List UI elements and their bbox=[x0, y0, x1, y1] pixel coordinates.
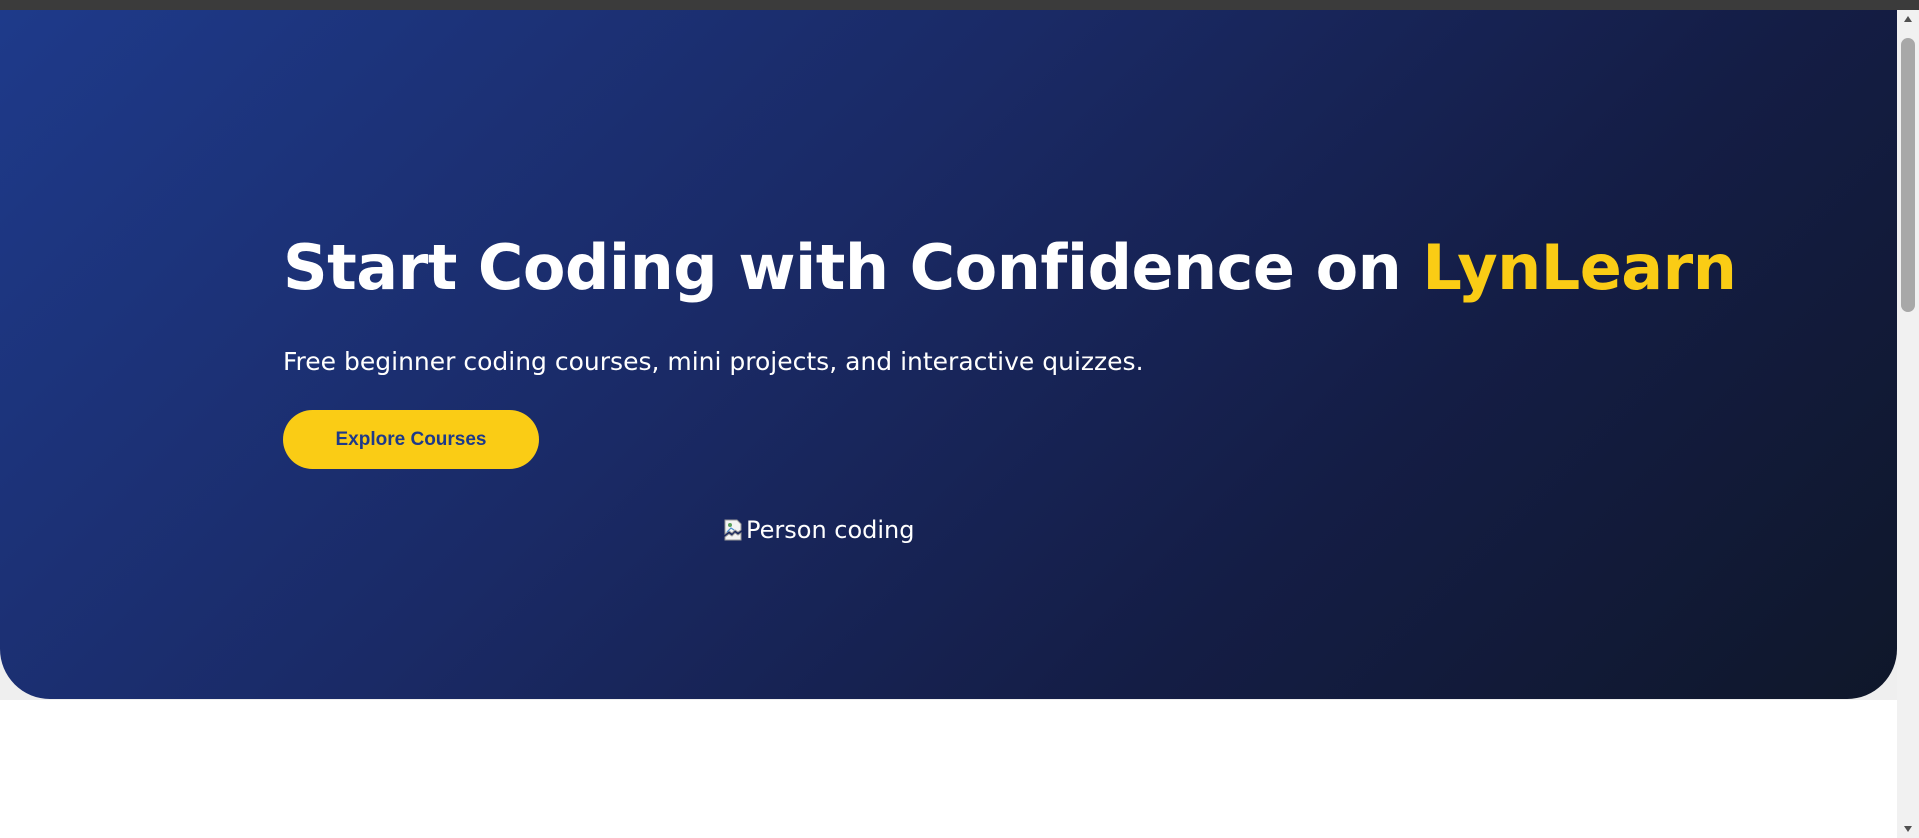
triangle-down-icon bbox=[1904, 826, 1912, 832]
browser-top-bar bbox=[0, 0, 1919, 10]
scroll-up-button[interactable] bbox=[1897, 10, 1919, 28]
hero-subtitle: Free beginner coding courses, mini proje… bbox=[283, 347, 1144, 376]
scrollbar-thumb[interactable] bbox=[1901, 38, 1915, 312]
vertical-scrollbar[interactable] bbox=[1897, 10, 1919, 838]
hero-image-alt-text: Person coding bbox=[746, 516, 915, 544]
page-viewport: Start Coding with Confidence on LynLearn… bbox=[0, 10, 1897, 838]
hero-section: Start Coding with Confidence on LynLearn… bbox=[0, 10, 1897, 699]
broken-image-icon bbox=[724, 519, 744, 541]
explore-courses-button[interactable]: Explore Courses bbox=[283, 410, 539, 469]
hero-title-main: Start Coding with Confidence on bbox=[283, 231, 1423, 304]
triangle-up-icon bbox=[1904, 16, 1912, 22]
scroll-down-button[interactable] bbox=[1897, 820, 1919, 838]
hero-title: Start Coding with Confidence on LynLearn bbox=[283, 228, 1737, 308]
hero-image: Person coding bbox=[724, 515, 915, 545]
hero-title-brand: LynLearn bbox=[1422, 231, 1737, 304]
